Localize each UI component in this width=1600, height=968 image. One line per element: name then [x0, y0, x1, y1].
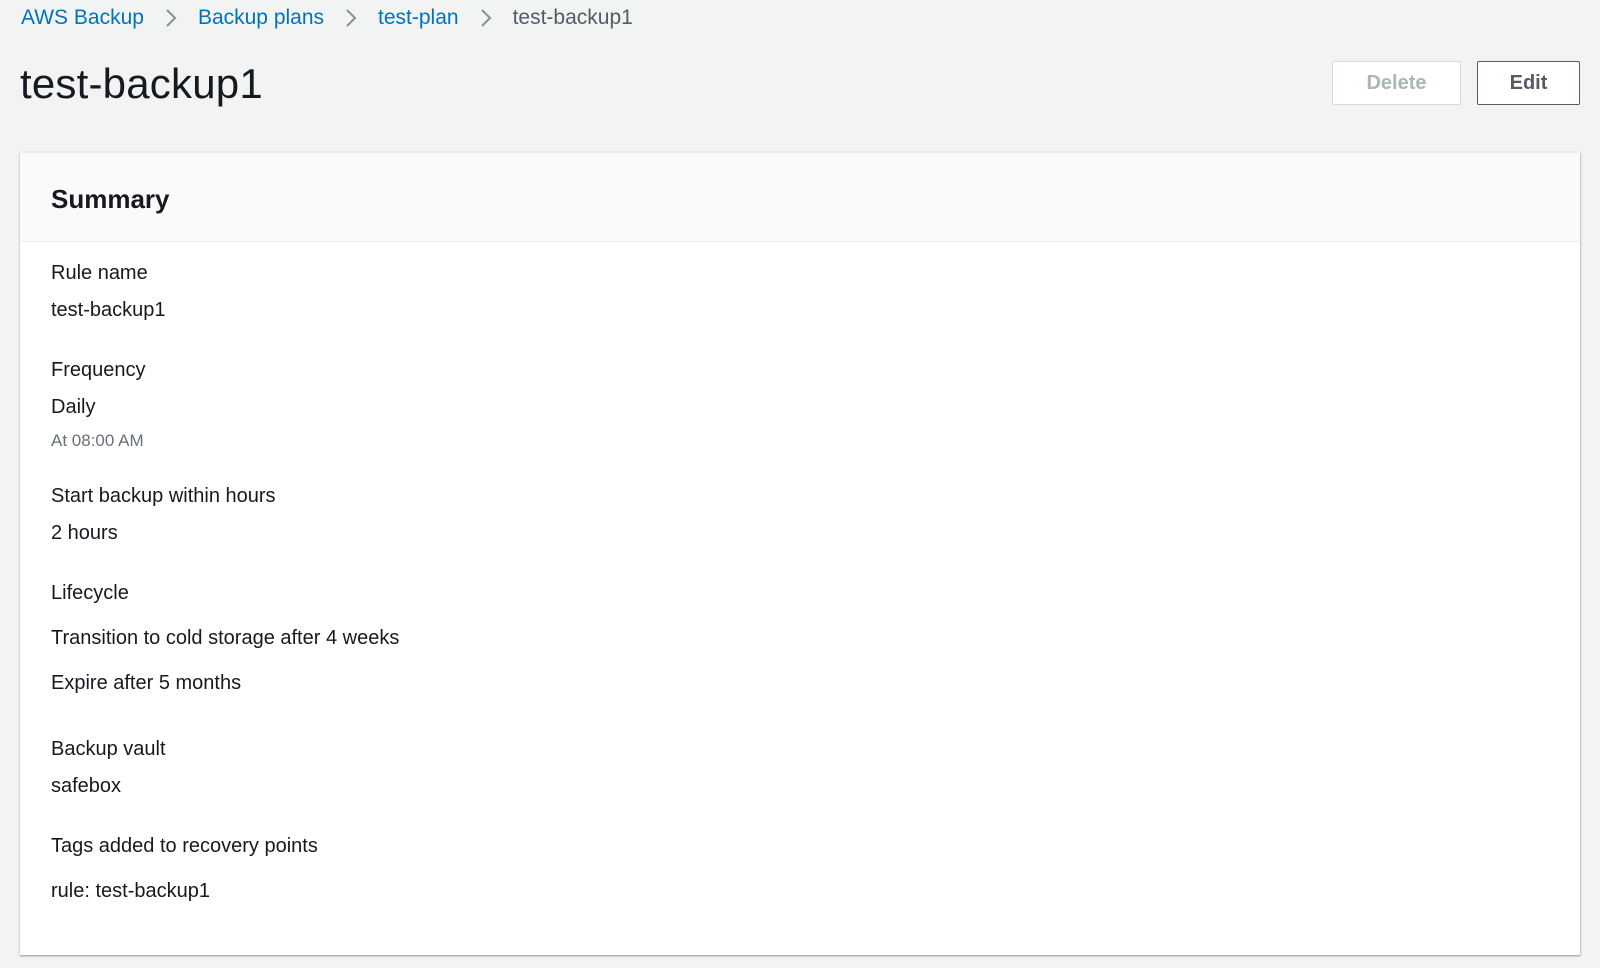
- rule-name-label: Rule name: [51, 262, 148, 284]
- frequency-value: Daily: [51, 396, 96, 418]
- lifecycle-expire: Expire after 5 months: [51, 672, 242, 694]
- tags-label: Tags added to recovery points: [51, 835, 318, 857]
- summary-panel: Summary Rule name test-backup1 Frequency…: [20, 152, 1580, 955]
- breadcrumb-link-test-plan[interactable]: test-plan: [378, 6, 459, 30]
- delete-button[interactable]: Delete: [1332, 61, 1461, 105]
- start-within-value: 2 hours: [51, 522, 118, 544]
- rule-name-value: test-backup1: [51, 299, 166, 321]
- lifecycle-label: Lifecycle: [51, 582, 129, 604]
- breadcrumb-current: test-backup1: [512, 6, 633, 29]
- frequency-detail: At 08:00 AM: [51, 431, 144, 450]
- page-title: test-backup1: [20, 60, 263, 107]
- summary-title: Summary: [51, 183, 170, 214]
- breadcrumb-link-aws-backup[interactable]: AWS Backup: [21, 6, 144, 30]
- summary-header: Summary: [20, 153, 1580, 242]
- tags-value: rule: test-backup1: [51, 880, 210, 902]
- breadcrumb-link-backup-plans[interactable]: Backup plans: [198, 6, 324, 30]
- chevron-right-icon: [459, 3, 513, 33]
- chevron-right-icon: [144, 3, 198, 33]
- chevron-right-icon: [324, 3, 378, 33]
- backup-vault-value: safebox: [51, 775, 122, 797]
- backup-vault-label: Backup vault: [51, 738, 166, 760]
- breadcrumb: AWS Backup Backup plans test-plan test-b…: [21, 3, 633, 33]
- edit-button[interactable]: Edit: [1477, 61, 1580, 105]
- lifecycle-transition: Transition to cold storage after 4 weeks: [51, 627, 400, 649]
- start-within-label: Start backup within hours: [51, 485, 276, 507]
- frequency-label: Frequency: [51, 359, 146, 381]
